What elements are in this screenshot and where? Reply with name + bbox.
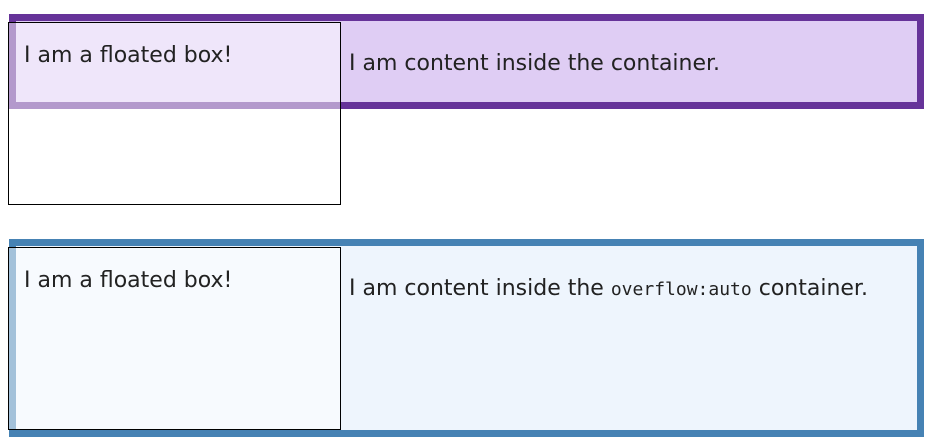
floated-box: I am a floated box! xyxy=(8,22,341,205)
content-prefix: I am content inside the xyxy=(349,276,611,301)
container-content-text: I am content inside the container. xyxy=(349,51,721,76)
content-suffix: container. xyxy=(751,276,868,301)
overflow-container-content-text: I am content inside the overflow:auto co… xyxy=(349,274,868,305)
floated-box-text: I am a floated box! xyxy=(24,43,233,68)
floated-box: I am a floated box! xyxy=(8,247,341,430)
floated-box-text: I am a floated box! xyxy=(24,268,233,293)
overflow-auto-code: overflow:auto xyxy=(610,279,752,300)
